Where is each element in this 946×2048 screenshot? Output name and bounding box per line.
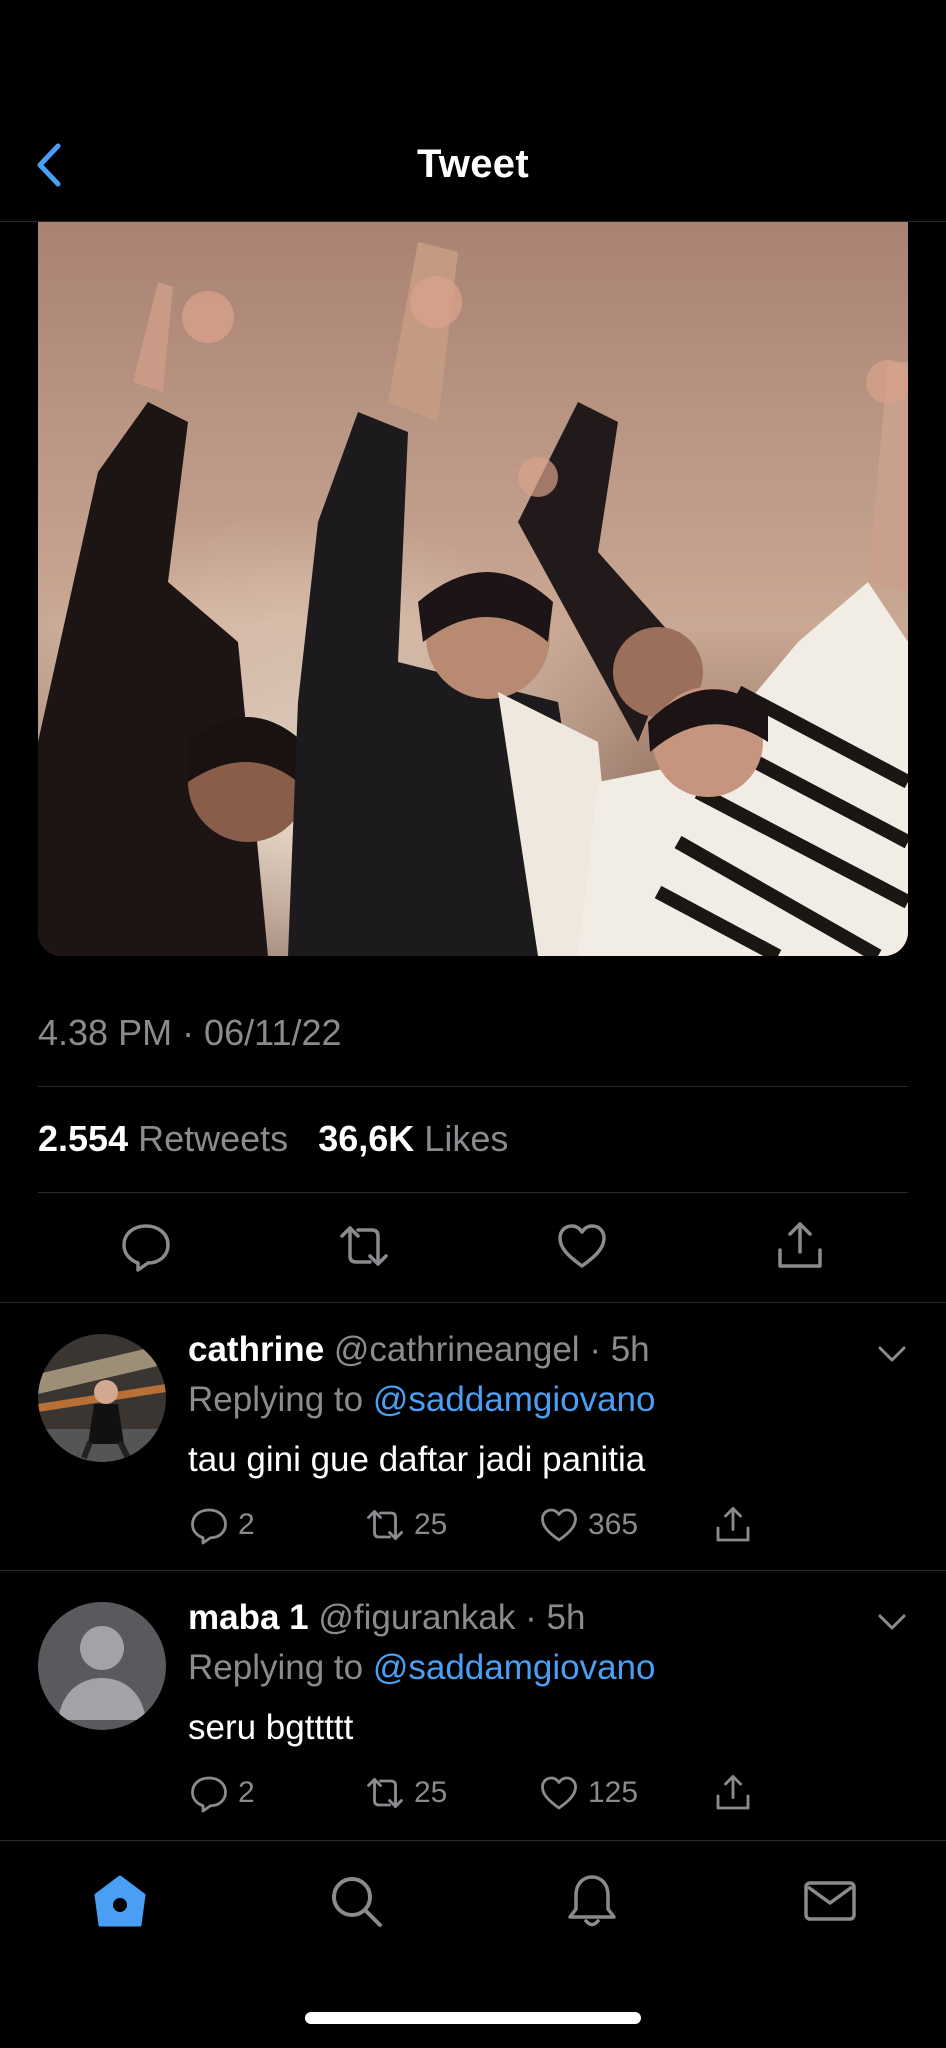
like-icon (541, 1508, 577, 1542)
avatar[interactable] (38, 1602, 166, 1730)
retweet-icon (340, 1226, 388, 1266)
share-icon (778, 1222, 822, 1268)
retweets-count[interactable]: 2.554 (38, 1118, 128, 1159)
tab-home[interactable] (90, 1871, 150, 1931)
like-button[interactable]: 365 (538, 1500, 638, 1550)
reply-time: · 5h (589, 1330, 650, 1369)
replying-to: Replying to @saddamgiovano (188, 1648, 655, 1688)
tab-messages[interactable] (800, 1871, 860, 1931)
divider (38, 1192, 908, 1193)
retweet-count: 25 (414, 1508, 448, 1541)
reply-text: tau gini gue daftar jadi panitia (188, 1440, 646, 1479)
reply-button[interactable]: 2 (188, 1500, 255, 1550)
reply-count: 2 (238, 1508, 255, 1541)
share-icon (716, 1775, 750, 1810)
like-icon (558, 1224, 606, 1268)
reply-options-button[interactable] (872, 1338, 912, 1368)
reply-options-button[interactable] (872, 1606, 912, 1636)
header: Tweet (0, 0, 946, 222)
reply-text: seru bgttttt (188, 1708, 354, 1747)
reply-button[interactable]: 2 (188, 1768, 255, 1818)
reply-action-bar: 2 25 365 (188, 1500, 788, 1550)
reply-icon (191, 1508, 227, 1545)
reply-time: · 5h (525, 1598, 586, 1637)
tab-notifications[interactable] (562, 1871, 622, 1931)
replying-to-label: Replying to (188, 1648, 373, 1687)
page-title: Tweet (417, 142, 529, 186)
like-button[interactable]: 125 (538, 1768, 638, 1818)
reply-header: cathrine @cathrineangel · 5h (188, 1330, 650, 1370)
like-icon (541, 1776, 577, 1810)
chevron-down-icon (878, 1614, 906, 1630)
replying-to-mention[interactable]: @saddamgiovano (373, 1380, 656, 1419)
chevron-down-icon (878, 1346, 906, 1362)
home-indicator[interactable] (305, 2012, 641, 2024)
share-button[interactable] (712, 1768, 754, 1818)
tweet-action-bar (0, 1218, 946, 1278)
reply-header: maba 1 @figurankak · 5h (188, 1598, 585, 1638)
tweet-stats: 2.554 Retweets 36,6K Likes (38, 1118, 508, 1160)
retweet-icon (367, 1510, 403, 1540)
like-count: 365 (588, 1508, 639, 1541)
replying-to: Replying to @saddamgiovano (188, 1380, 655, 1420)
tweet-timestamp: 4.38 PM · 06/11/22 (38, 1012, 342, 1053)
mail-icon (804, 1881, 856, 1921)
reply-author-handle[interactable]: @cathrineangel (334, 1330, 580, 1369)
share-button[interactable] (712, 1500, 754, 1550)
reply-author-name[interactable]: maba 1 (188, 1598, 309, 1637)
reply-item[interactable]: cathrine @cathrineangel · 5h Replying to… (0, 1302, 946, 1570)
tab-search[interactable] (326, 1871, 386, 1931)
retweets-label[interactable]: Retweets (138, 1118, 288, 1159)
likes-label[interactable]: Likes (424, 1118, 508, 1159)
retweet-icon (367, 1778, 403, 1808)
reply-button[interactable] (118, 1218, 174, 1274)
like-count: 125 (588, 1776, 639, 1809)
replying-to-mention[interactable]: @saddamgiovano (373, 1648, 656, 1687)
retweet-count: 25 (414, 1776, 448, 1809)
reply-item[interactable]: maba 1 @figurankak · 5h Replying to @sad… (0, 1570, 946, 1838)
reply-author-name[interactable]: cathrine (188, 1330, 324, 1369)
tweet-photo[interactable] (38, 222, 908, 956)
reply-icon (191, 1776, 227, 1813)
reply-icon (122, 1224, 170, 1272)
share-button[interactable] (772, 1218, 828, 1274)
like-button[interactable] (554, 1218, 610, 1274)
home-icon (94, 1875, 146, 1927)
retweet-button[interactable]: 25 (364, 1500, 447, 1550)
search-icon (332, 1877, 382, 1927)
avatar[interactable] (38, 1334, 166, 1462)
bell-icon (568, 1875, 616, 1927)
divider (38, 1086, 908, 1087)
reply-count: 2 (238, 1776, 255, 1809)
retweet-button[interactable]: 25 (364, 1768, 447, 1818)
share-icon (716, 1507, 750, 1542)
reply-author-handle[interactable]: @figurankak (318, 1598, 515, 1637)
retweet-button[interactable] (336, 1218, 392, 1274)
reply-action-bar: 2 25 125 (188, 1768, 788, 1818)
replying-to-label: Replying to (188, 1380, 373, 1419)
likes-count[interactable]: 36,6K (318, 1118, 414, 1159)
